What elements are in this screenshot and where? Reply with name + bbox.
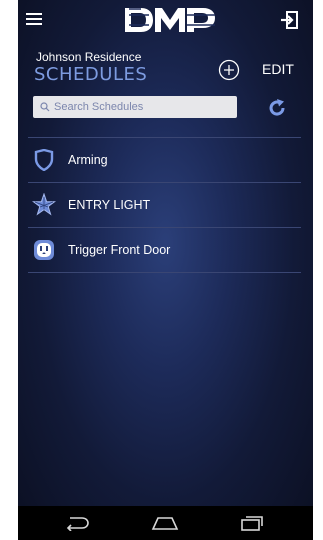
list-item-label: ENTRY LIGHT [68, 198, 151, 212]
home-icon[interactable] [151, 515, 179, 531]
edit-button[interactable]: EDIT [262, 61, 294, 77]
list-item-trigger-front-door[interactable]: Trigger Front Door [28, 227, 301, 273]
schedule-list: Arming ENTRY LIGHT Trigger Front Door [28, 137, 301, 273]
search-bar[interactable] [33, 96, 237, 118]
list-item-entry-light[interactable]: ENTRY LIGHT [28, 182, 301, 227]
page-title: SCHEDULES [34, 64, 148, 85]
add-circle-icon[interactable] [218, 59, 240, 81]
outlet-icon [32, 238, 56, 262]
phone-screen: Johnson Residence SCHEDULES EDIT Search … [0, 0, 323, 540]
dmp-logo [125, 8, 215, 32]
top-bar [18, 0, 313, 40]
back-icon[interactable] [64, 515, 90, 531]
frame-right [313, 0, 323, 540]
list-item-label: Arming [68, 153, 108, 167]
star-light-icon [32, 193, 56, 217]
frame-left [0, 0, 18, 540]
android-navigation-bar [18, 506, 313, 540]
app-screen: Johnson Residence SCHEDULES EDIT Search … [18, 0, 313, 540]
hamburger-menu-icon[interactable] [26, 11, 44, 27]
search-input[interactable] [54, 101, 224, 113]
recents-icon[interactable] [240, 515, 264, 531]
logout-icon[interactable] [280, 10, 300, 30]
residence-name: Johnson Residence [36, 50, 142, 64]
refresh-icon[interactable] [266, 97, 288, 119]
search-icon [40, 102, 50, 112]
page-header: Johnson Residence SCHEDULES EDIT [18, 40, 313, 92]
list-item-arming[interactable]: Arming [28, 137, 301, 182]
shield-icon [32, 148, 56, 172]
list-item-label: Trigger Front Door [68, 243, 171, 257]
